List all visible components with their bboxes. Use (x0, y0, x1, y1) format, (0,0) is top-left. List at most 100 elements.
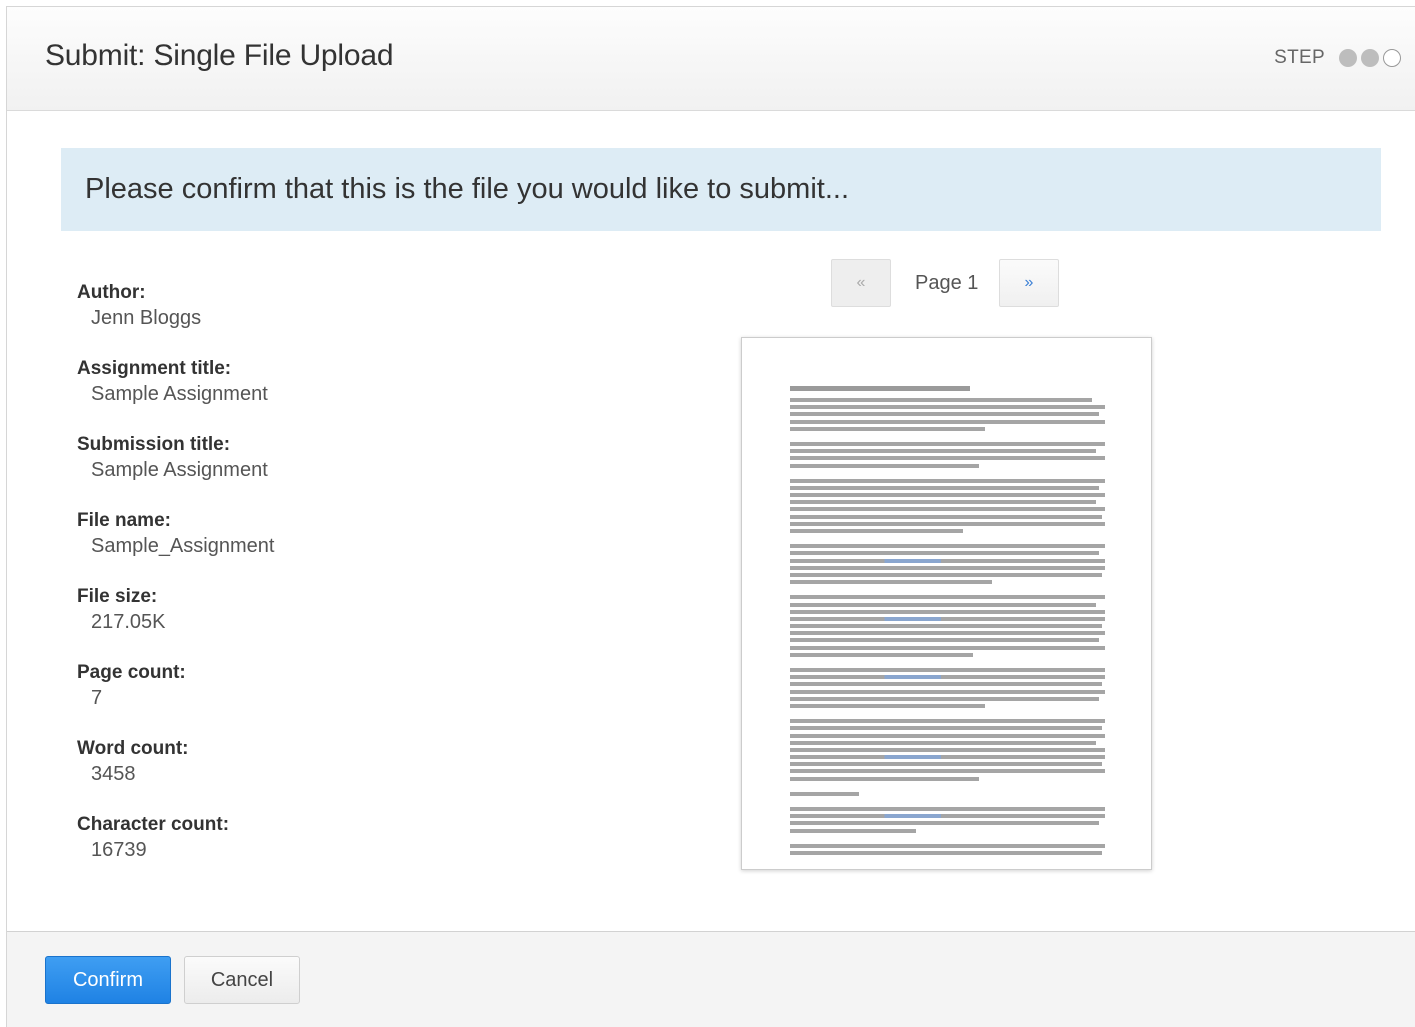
document-preview-line (790, 572, 1102, 577)
detail-label: File name: (77, 510, 171, 531)
dialog-title: Submit: Single File Upload (45, 39, 394, 72)
document-preview-gap (790, 836, 1105, 844)
document-preview-line (790, 558, 1105, 563)
document-preview-line (790, 485, 1099, 490)
document-preview-line (790, 616, 1105, 621)
document-preview-line (790, 638, 1099, 643)
detail-value: Jenn Bloggs (91, 307, 202, 329)
document-preview-line (790, 776, 979, 781)
document-preview-thumbnail (741, 337, 1152, 870)
detail-file-name: File name: Sample_Assignment (77, 509, 274, 585)
page-indicator: Page 1 (915, 272, 979, 294)
document-preview-line (790, 719, 1105, 724)
document-preview-line (790, 463, 979, 468)
page-pager: « Page 1 » (831, 259, 1061, 309)
cancel-button[interactable]: Cancel (184, 956, 300, 1004)
document-preview-line (790, 580, 992, 585)
step-dot-3-icon (1383, 49, 1401, 67)
detail-value: 217.05K (91, 611, 166, 633)
document-preview-line (790, 551, 1099, 556)
document-preview-line (790, 609, 1105, 614)
document-preview-line (790, 807, 1105, 811)
detail-value: Sample Assignment (91, 383, 268, 405)
detail-value: Sample_Assignment (91, 535, 275, 557)
document-preview-line (790, 791, 860, 796)
document-preview-line (790, 565, 1105, 570)
document-preview-line (790, 740, 1096, 745)
document-preview-line (790, 529, 964, 533)
detail-label: Word count: (77, 738, 189, 759)
document-preview-line (790, 843, 1105, 848)
detail-word-count: Word count: 3458 (77, 737, 274, 813)
document-preview-line (790, 850, 1102, 855)
detail-label: File size: (77, 586, 158, 607)
document-preview-line (790, 675, 1105, 680)
document-preview-line (790, 456, 1105, 461)
next-page-button[interactable]: » (999, 259, 1059, 307)
step-label: STEP (1274, 47, 1325, 68)
document-preview-line (790, 412, 1099, 417)
detail-value: 7 (91, 687, 103, 709)
document-preview-line (790, 521, 1105, 526)
document-preview-line (790, 755, 1105, 760)
document-preview-line (790, 645, 1105, 650)
previous-page-button[interactable]: « (831, 259, 891, 307)
document-preview-line (790, 449, 1096, 454)
document-preview-line (790, 507, 1105, 512)
document-preview-line (790, 405, 1105, 410)
document-preview-title-line (790, 386, 970, 391)
document-preview-line (790, 441, 1105, 446)
detail-value: 16739 (91, 839, 147, 861)
document-preview-gap (790, 799, 1105, 807)
confirm-notice: Please confirm that this is the file you… (61, 148, 1381, 231)
document-preview-text (790, 398, 1105, 858)
document-preview-line (790, 689, 1105, 694)
document-preview-line (790, 478, 1105, 483)
document-preview-line (790, 814, 1105, 819)
detail-label: Author: (77, 282, 146, 303)
detail-assignment-title: Assignment title: Sample Assignment (77, 357, 274, 433)
document-preview-line (790, 624, 1102, 629)
document-preview-line (790, 514, 1102, 519)
file-details: Author: Jenn Bloggs Assignment title: Sa… (77, 281, 274, 889)
document-preview-gap (790, 587, 1105, 595)
document-preview-line (790, 426, 986, 431)
document-preview-line (790, 595, 1105, 600)
detail-submission-title: Submission title: Sample Assignment (77, 433, 274, 509)
detail-label: Page count: (77, 662, 186, 683)
dialog-header: Submit: Single File Upload STEP (7, 7, 1415, 111)
document-preview-line (790, 493, 1105, 498)
document-preview-line (790, 668, 1105, 672)
document-preview-line (790, 696, 1099, 701)
submission-dialog: Submit: Single File Upload STEP Please c… (6, 6, 1415, 1027)
document-preview-line (790, 602, 1096, 607)
document-preview-gap (790, 711, 1105, 719)
detail-label: Submission title: (77, 434, 231, 455)
step-indicator: STEP (1274, 47, 1401, 69)
document-preview-line (790, 544, 1105, 549)
detail-label: Character count: (77, 814, 230, 835)
detail-value: 3458 (91, 763, 136, 785)
document-preview-line (790, 821, 1099, 826)
confirm-button[interactable]: Confirm (45, 956, 171, 1004)
step-dot-2-icon (1361, 49, 1379, 67)
detail-value: Sample Assignment (91, 459, 268, 481)
document-preview-line (790, 682, 1102, 687)
document-preview-line (790, 769, 1105, 774)
document-preview-line (790, 828, 916, 833)
document-preview-line (790, 747, 1105, 752)
document-preview-gap (790, 434, 1105, 442)
step-dot-1-icon (1339, 49, 1357, 67)
document-preview-gap (790, 660, 1105, 668)
confirm-notice-text: Please confirm that this is the file you… (85, 173, 850, 205)
document-preview-line (790, 733, 1105, 738)
document-preview-gap (790, 784, 1105, 792)
detail-file-size: File size: 217.05K (77, 585, 274, 661)
document-preview-gap (790, 471, 1105, 479)
document-preview-gap (790, 536, 1105, 544)
detail-author: Author: Jenn Bloggs (77, 281, 274, 357)
document-preview-line (790, 726, 1102, 731)
detail-character-count: Character count: 16739 (77, 813, 274, 889)
document-preview-line (790, 631, 1105, 636)
document-preview-line (790, 398, 1093, 402)
